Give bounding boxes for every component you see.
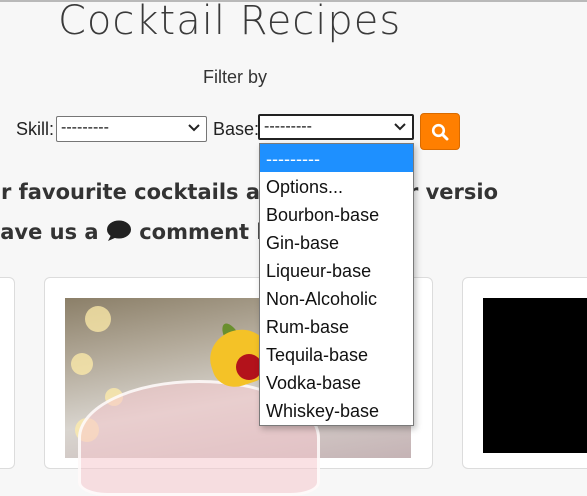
base-dropdown-list[interactable]: --------- Options... Bourbon-base Gin-ba… bbox=[259, 143, 414, 426]
page-title: Cocktail Recipes bbox=[58, 0, 402, 44]
dropdown-option[interactable]: Tequila-base bbox=[260, 340, 413, 368]
dropdown-option[interactable]: Liqueur-base bbox=[260, 256, 413, 284]
skill-select-value: --------- bbox=[61, 119, 109, 136]
chevron-down-icon bbox=[188, 124, 200, 132]
search-icon bbox=[431, 123, 449, 140]
skill-select[interactable]: --------- bbox=[56, 116, 207, 142]
filter-label: Filter by bbox=[203, 67, 268, 87]
dropdown-option[interactable]: Bourbon-base bbox=[260, 200, 413, 228]
dropdown-option[interactable]: Vodka-base bbox=[260, 368, 413, 396]
recipe-image-dark bbox=[483, 298, 587, 453]
intro-line-1: ur favourite cocktails a c Tipsy Tiger v… bbox=[0, 180, 499, 204]
dropdown-option[interactable]: Rum-base bbox=[260, 312, 413, 340]
skill-label: Skill: bbox=[16, 119, 55, 139]
dropdown-option[interactable]: Non-Alcoholic bbox=[260, 284, 413, 312]
recipe-card-left[interactable] bbox=[0, 277, 15, 469]
dropdown-option[interactable]: --------- bbox=[260, 144, 413, 172]
chevron-down-icon bbox=[394, 123, 406, 131]
dropdown-option[interactable]: Options... bbox=[260, 172, 413, 200]
dropdown-option[interactable]: Whiskey-base bbox=[260, 396, 413, 424]
comment-icon bbox=[106, 220, 131, 241]
base-select[interactable]: --------- bbox=[258, 114, 414, 140]
intro-line-2-start: eave us a bbox=[0, 220, 99, 244]
base-select-value: --------- bbox=[264, 118, 312, 135]
search-button[interactable] bbox=[420, 113, 460, 150]
dropdown-option[interactable]: Gin-base bbox=[260, 228, 413, 256]
base-label: Base: bbox=[213, 119, 260, 139]
